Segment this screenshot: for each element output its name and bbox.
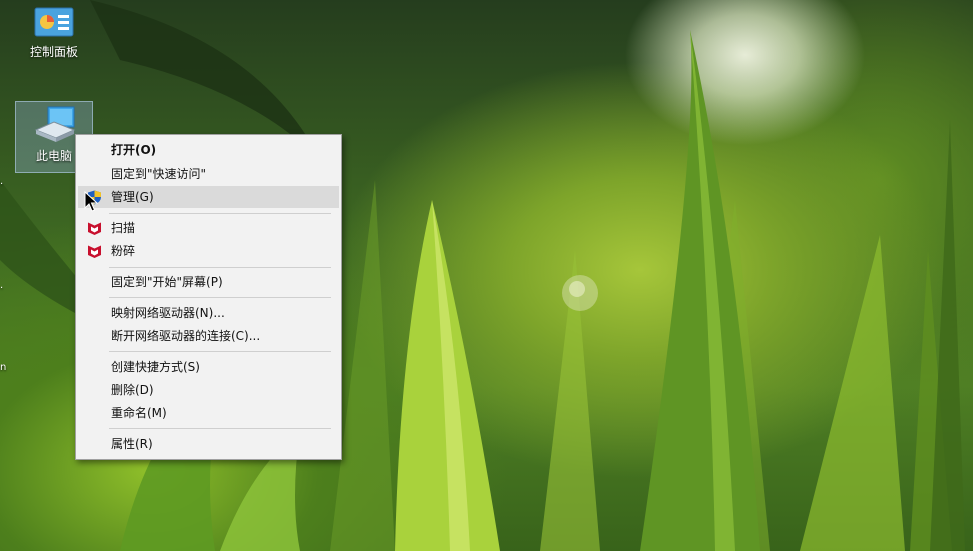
menu-item-create-shortcut[interactable]: 创建快捷方式(S): [78, 356, 339, 378]
menu-item-label: 管理(G): [111, 190, 154, 204]
menu-item-properties[interactable]: 属性(R): [78, 433, 339, 455]
menu-separator: [109, 213, 331, 214]
menu-item-label: 断开网络驱动器的连接(C)...: [111, 329, 261, 343]
menu-item-label: 扫描: [111, 221, 136, 235]
menu-separator: [109, 297, 331, 298]
edge-mark: n: [0, 362, 7, 373]
menu-item-label: 固定到"快速访问": [111, 167, 207, 181]
mcafee-icon: [88, 245, 101, 258]
mcafee-icon: [88, 222, 101, 235]
desktop-icon-label: 控制面板: [29, 45, 78, 59]
control-panel-icon: [34, 7, 74, 37]
menu-item-label: 创建快捷方式(S): [111, 360, 200, 374]
menu-separator: [109, 428, 331, 429]
menu-item-label: 重命名(M): [111, 406, 167, 420]
desktop-icon-control-panel[interactable]: 控制面板: [16, 6, 92, 60]
menu-item-label: 固定到"开始"屏幕(P): [111, 275, 223, 289]
edge-mark: .: [0, 176, 4, 187]
menu-item-pin-start[interactable]: 固定到"开始"屏幕(P): [78, 271, 339, 293]
desktop: . . n 控制面板 此电脑 打开(O) 固定到"快速访问" 管理(G) 扫描 …: [0, 0, 973, 551]
menu-item-open[interactable]: 打开(O): [78, 139, 339, 161]
menu-item-shred[interactable]: 粉碎: [78, 240, 339, 262]
menu-item-scan[interactable]: 扫描: [78, 217, 339, 239]
context-menu: 打开(O) 固定到"快速访问" 管理(G) 扫描 粉碎 固定到"开始"屏幕(P)…: [75, 134, 342, 460]
mouse-cursor-icon: [84, 191, 98, 212]
menu-item-label: 属性(R): [111, 437, 153, 451]
computer-icon: [34, 106, 76, 142]
menu-item-disconnect-network-drive[interactable]: 断开网络驱动器的连接(C)...: [78, 325, 339, 347]
menu-item-label: 删除(D): [111, 383, 154, 397]
menu-item-manage[interactable]: 管理(G): [78, 186, 339, 208]
menu-item-label: 粉碎: [111, 244, 136, 258]
menu-separator: [109, 267, 331, 268]
menu-item-rename[interactable]: 重命名(M): [78, 402, 339, 424]
menu-item-map-network-drive[interactable]: 映射网络驱动器(N)...: [78, 302, 339, 324]
menu-separator: [109, 351, 331, 352]
menu-item-label: 打开(O): [111, 143, 157, 157]
menu-item-pin-quick-access[interactable]: 固定到"快速访问": [78, 163, 339, 185]
menu-item-delete[interactable]: 删除(D): [78, 379, 339, 401]
edge-mark: .: [0, 280, 4, 291]
menu-item-label: 映射网络驱动器(N)...: [111, 306, 225, 320]
